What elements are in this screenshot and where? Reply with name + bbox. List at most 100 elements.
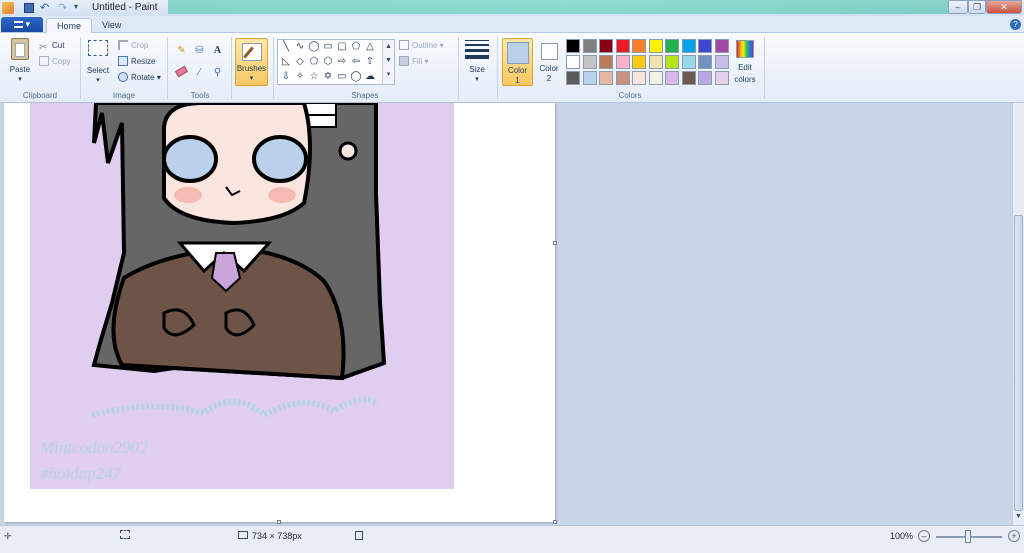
rectangle-shape-icon[interactable]: ▭ bbox=[322, 41, 334, 52]
zoom-out-button[interactable]: – bbox=[918, 530, 930, 542]
color2-button[interactable]: Color 2 bbox=[536, 38, 562, 86]
palette-swatch[interactable] bbox=[681, 71, 696, 85]
line-shape-icon[interactable]: ╲ bbox=[280, 41, 292, 52]
redo-icon[interactable]: ↷ bbox=[58, 1, 67, 14]
palette-swatch[interactable] bbox=[698, 39, 712, 53]
close-button[interactable]: ✕ bbox=[986, 0, 1022, 14]
palette-swatch[interactable] bbox=[599, 55, 613, 69]
fill-button[interactable]: Fill ▾ bbox=[399, 56, 428, 68]
shapes-scroll[interactable]: ▲ ▼ ▾ bbox=[382, 40, 394, 84]
five-point-star-shape-icon[interactable]: ☆ bbox=[308, 71, 320, 82]
palette-swatch[interactable] bbox=[648, 71, 663, 85]
group-separator bbox=[80, 37, 81, 99]
file-menu-button[interactable]: ▾ bbox=[1, 17, 43, 32]
scroll-down-arrow-icon[interactable]: ▼ bbox=[1014, 513, 1023, 520]
palette-swatch[interactable] bbox=[665, 71, 679, 85]
palette-swatch[interactable] bbox=[714, 71, 729, 85]
palette-swatch[interactable] bbox=[648, 55, 663, 69]
right-arrow-shape-icon[interactable]: ⇨ bbox=[336, 56, 348, 67]
palette-swatch[interactable] bbox=[582, 39, 597, 53]
clipboard-group-label: Clipboard bbox=[22, 91, 58, 100]
palette-swatch[interactable] bbox=[714, 55, 729, 69]
pencil-tool-button[interactable]: ✎ bbox=[174, 43, 189, 58]
vertical-scrollbar[interactable]: ▼ bbox=[1012, 103, 1024, 525]
zoom-in-button[interactable]: + bbox=[1008, 530, 1020, 542]
pentagon-shape-icon[interactable]: ⬠ bbox=[308, 56, 320, 67]
oval-shape-icon[interactable]: ◯ bbox=[308, 41, 320, 52]
text-tool-button[interactable]: A bbox=[210, 43, 225, 58]
curve-shape-icon[interactable]: ∿ bbox=[294, 41, 306, 52]
palette-swatch[interactable] bbox=[632, 71, 646, 85]
tab-home[interactable]: Home bbox=[46, 18, 93, 33]
scrollbar-thumb[interactable] bbox=[1014, 215, 1023, 511]
hexagon-shape-icon[interactable]: ⬡ bbox=[322, 56, 334, 67]
magnifier-tool-button[interactable]: ⚲ bbox=[210, 65, 225, 80]
rotate-button[interactable]: Rotate ▾ bbox=[118, 72, 161, 84]
oval-callout-shape-icon[interactable]: ◯ bbox=[350, 71, 362, 82]
color1-button[interactable]: Color 1 bbox=[502, 38, 533, 86]
palette-swatch[interactable] bbox=[599, 39, 613, 53]
brushes-button[interactable]: Brushes ▾ bbox=[235, 38, 268, 86]
edit-colors-label-line1: Edit bbox=[738, 63, 752, 72]
palette-swatch[interactable] bbox=[615, 71, 630, 85]
copy-button[interactable]: Copy bbox=[39, 56, 71, 68]
select-button[interactable]: Select ▾ bbox=[86, 40, 110, 84]
maximize-button[interactable]: ❐ bbox=[968, 0, 986, 14]
down-arrow-shape-icon[interactable]: ⇩ bbox=[280, 71, 292, 82]
up-arrow-shape-icon[interactable]: ⇧ bbox=[364, 56, 376, 67]
palette-swatch[interactable] bbox=[582, 71, 597, 85]
left-arrow-shape-icon[interactable]: ⇦ bbox=[350, 56, 362, 67]
palette-swatch[interactable] bbox=[566, 55, 580, 69]
palette-swatch[interactable] bbox=[681, 55, 696, 69]
minimize-button[interactable]: – bbox=[948, 0, 968, 14]
undo-icon[interactable]: ↶ bbox=[40, 1, 49, 14]
palette-swatch[interactable] bbox=[582, 55, 597, 69]
palette-swatch[interactable] bbox=[566, 71, 580, 85]
palette-swatch[interactable] bbox=[566, 39, 580, 53]
size-button[interactable]: Size ▾ bbox=[462, 40, 492, 83]
palette-swatch[interactable] bbox=[665, 55, 679, 69]
palette-swatch[interactable] bbox=[615, 39, 630, 53]
drawing-canvas[interactable]: Mintcodon2902 #hoidap247 bbox=[4, 101, 555, 522]
shapes-gallery[interactable]: ╲ ∿ ◯ ▭ ▢ ⬠ △ ◺ ◇ ⬠ ⬡ ⇨ ⇦ ⇧ ⇩ ✧ ☆ ✡ ▭ ◯ … bbox=[277, 39, 395, 85]
colors-group-label: Colors bbox=[618, 91, 642, 100]
fill-tool-button[interactable]: ⛁ bbox=[192, 43, 207, 58]
zoom-slider-thumb[interactable] bbox=[965, 530, 971, 543]
color-picker-tool-button[interactable]: ⁄ bbox=[192, 65, 207, 80]
palette-swatch[interactable] bbox=[648, 39, 663, 53]
rounded-rectangle-shape-icon[interactable]: ▢ bbox=[336, 41, 348, 52]
diamond-shape-icon[interactable]: ◇ bbox=[294, 56, 306, 67]
canvas-resize-handle-bottom[interactable] bbox=[277, 520, 281, 524]
palette-swatch[interactable] bbox=[632, 55, 646, 69]
left-blush bbox=[174, 187, 202, 203]
save-icon[interactable] bbox=[24, 3, 34, 13]
paint-app-icon[interactable] bbox=[2, 2, 14, 14]
palette-swatch[interactable] bbox=[665, 39, 679, 53]
six-point-star-shape-icon[interactable]: ✡ bbox=[322, 71, 334, 82]
palette-swatch[interactable] bbox=[615, 55, 630, 69]
triangle-shape-icon[interactable]: △ bbox=[364, 41, 376, 52]
right-triangle-shape-icon[interactable]: ◺ bbox=[280, 56, 292, 67]
canvas-resize-handle-corner[interactable] bbox=[553, 520, 557, 524]
polygon-shape-icon[interactable]: ⬠ bbox=[350, 41, 362, 52]
crop-button[interactable]: Crop bbox=[118, 40, 148, 52]
cloud-callout-shape-icon[interactable]: ☁ bbox=[364, 71, 376, 82]
palette-swatch[interactable] bbox=[714, 39, 729, 53]
palette-swatch[interactable] bbox=[698, 55, 712, 69]
four-point-star-shape-icon[interactable]: ✧ bbox=[294, 71, 306, 82]
edit-colors-button[interactable]: Edit colors bbox=[732, 40, 758, 87]
outline-button[interactable]: Outline ▾ bbox=[399, 40, 444, 52]
tab-view[interactable]: View bbox=[92, 18, 131, 33]
eraser-tool-button[interactable] bbox=[174, 65, 189, 80]
resize-button[interactable]: Resize bbox=[118, 56, 155, 68]
palette-swatch[interactable] bbox=[681, 39, 696, 53]
quick-access-dropdown-icon[interactable]: ▾ bbox=[74, 2, 78, 11]
palette-swatch[interactable] bbox=[599, 71, 613, 85]
canvas-resize-handle-right[interactable] bbox=[553, 241, 557, 245]
help-icon[interactable]: ? bbox=[1010, 19, 1021, 30]
palette-swatch[interactable] bbox=[698, 71, 712, 85]
callout-shape-icon[interactable]: ▭ bbox=[336, 71, 348, 82]
paste-button[interactable]: Paste ▾ bbox=[6, 38, 34, 86]
palette-swatch[interactable] bbox=[632, 39, 646, 53]
cut-button[interactable]: ✂ Cut bbox=[39, 40, 64, 53]
